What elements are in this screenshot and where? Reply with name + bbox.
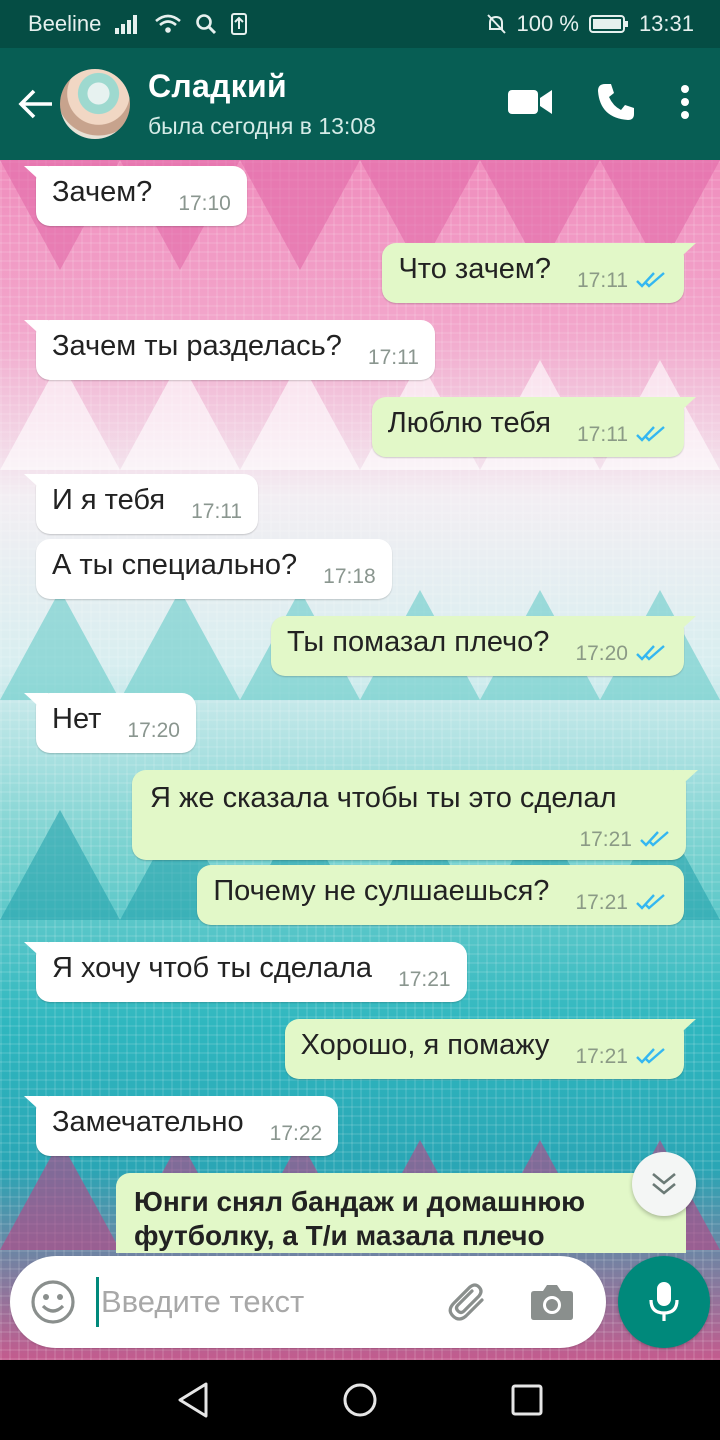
search-icon xyxy=(195,13,217,35)
battery-percent: 100 % xyxy=(516,11,579,36)
read-ticks-icon xyxy=(636,1048,665,1064)
read-ticks-icon xyxy=(636,645,665,661)
smiley-icon xyxy=(31,1280,75,1324)
message-text: Хорошо, я помажу xyxy=(300,1029,550,1061)
read-ticks-icon xyxy=(636,426,665,442)
message-outgoing[interactable]: Хорошо, я помажу 17:21 xyxy=(284,1019,696,1079)
message-incoming[interactable]: Зачем? 17:10 xyxy=(24,166,247,226)
message-text: Ты помазал плечо? xyxy=(286,626,550,658)
message-time: 17:21 xyxy=(398,968,451,991)
carrier-name: Beeline xyxy=(28,11,102,36)
nav-back-button[interactable] xyxy=(163,1370,223,1430)
message-composer xyxy=(10,1256,606,1348)
nav-home-button[interactable] xyxy=(330,1370,390,1430)
message-time: 17:11 xyxy=(577,423,628,446)
message-time: 17:11 xyxy=(577,269,628,292)
message-time: 17:21 xyxy=(575,1045,628,1068)
message-text: Зачем? xyxy=(52,176,153,208)
message-incoming[interactable]: А ты специально? 17:18 xyxy=(36,539,392,599)
status-time: 13:31 xyxy=(638,11,694,36)
attach-button[interactable] xyxy=(443,1277,493,1327)
message-text: И я тебя xyxy=(52,484,166,516)
message-time: 17:10 xyxy=(178,192,231,215)
emoji-button[interactable] xyxy=(30,1279,76,1325)
microphone-icon xyxy=(649,1282,679,1321)
message-text: Я хочу чтоб ты сделала xyxy=(52,952,373,984)
message-outgoing[interactable]: Ты помазал плечо? 17:20 xyxy=(270,616,696,676)
more-vertical-icon xyxy=(681,84,689,119)
read-ticks-icon xyxy=(636,894,665,910)
message-time: 17:18 xyxy=(323,565,376,588)
message-text: Юнги снял бандаж и домашнюю xyxy=(134,1186,586,1217)
message-time: 17:22 xyxy=(269,1122,323,1145)
nav-recents-button[interactable] xyxy=(497,1370,557,1430)
chat-area[interactable]: Зачем? 17:10 Что зачем? 17:11 Зачем ты р… xyxy=(0,160,720,1360)
battery-icon xyxy=(588,14,629,34)
message-text: Почему не сулшаешься? xyxy=(213,875,550,907)
paperclip-icon xyxy=(448,1283,484,1321)
message-time: 17:20 xyxy=(127,719,180,742)
upload-icon xyxy=(231,13,248,35)
message-outgoing[interactable]: Юнги снял бандаж и домашнюю футболку, а … xyxy=(116,1173,686,1253)
video-call-button[interactable] xyxy=(508,88,552,121)
message-text: Я же сказала чтобы ты это сделал xyxy=(150,782,617,814)
square-recents-icon xyxy=(511,1384,543,1416)
message-input[interactable] xyxy=(101,1284,431,1320)
message-incoming[interactable]: Замечательно 17:22 xyxy=(24,1096,339,1156)
wifi-icon xyxy=(155,14,182,34)
message-outgoing[interactable]: Что зачем? 17:11 xyxy=(382,243,696,303)
message-outgoing[interactable]: Люблю тебя 17:11 xyxy=(371,397,696,457)
read-ticks-icon xyxy=(640,831,669,847)
message-time: 17:21 xyxy=(579,828,632,851)
status-bar: Beeline 100 % 13:31 xyxy=(0,0,720,48)
contact-name: Сладкий xyxy=(148,68,288,104)
arrow-left-icon xyxy=(18,89,52,119)
chat-header: Сладкий была сегодня в 13:08 xyxy=(0,48,720,160)
phone-icon xyxy=(598,83,634,120)
camera-button[interactable] xyxy=(527,1277,577,1327)
triangle-back-icon xyxy=(178,1382,208,1418)
mute-bell-icon xyxy=(485,13,507,35)
message-text: Замечательно xyxy=(52,1106,244,1138)
message-time: 17:11 xyxy=(191,500,243,523)
message-outgoing[interactable]: Я же сказала чтобы ты это сделал 17:21 xyxy=(132,770,698,860)
message-text: Что зачем? xyxy=(398,253,551,285)
message-outgoing[interactable]: Почему не сулшаешься? 17:21 xyxy=(197,865,684,925)
message-text: Нет xyxy=(52,703,102,735)
message-time: 17:21 xyxy=(575,891,628,914)
message-text: Зачем ты разделась? xyxy=(52,330,342,362)
double-chevron-down-icon xyxy=(652,1172,676,1195)
back-button[interactable] xyxy=(8,76,64,132)
message-incoming[interactable]: Я хочу чтоб ты сделала 17:21 xyxy=(24,942,467,1002)
message-text: футболку, а Т/и мазала плечо xyxy=(134,1220,545,1251)
circle-home-icon xyxy=(343,1383,377,1417)
message-incoming[interactable]: Зачем ты разделась? 17:11 xyxy=(24,320,435,380)
message-text: Люблю тебя xyxy=(387,407,551,439)
video-camera-icon xyxy=(508,89,552,114)
message-time: 17:11 xyxy=(367,346,419,369)
camera-icon xyxy=(531,1285,573,1320)
contact-info[interactable]: Сладкий была сегодня в 13:08 xyxy=(148,68,376,140)
message-time: 17:20 xyxy=(575,642,628,665)
signal-icon xyxy=(115,14,141,34)
last-seen-status: была сегодня в 13:08 xyxy=(148,113,376,139)
text-caret xyxy=(96,1277,99,1327)
avatar[interactable] xyxy=(60,69,130,139)
message-text: А ты специально? xyxy=(52,549,298,581)
voice-message-button[interactable] xyxy=(618,1256,710,1348)
message-incoming[interactable]: И я тебя 17:11 xyxy=(24,474,259,534)
scroll-to-bottom-button[interactable] xyxy=(632,1152,696,1216)
voice-call-button[interactable] xyxy=(596,82,636,127)
more-options-button[interactable] xyxy=(680,84,690,125)
message-incoming[interactable]: Нет 17:20 xyxy=(24,693,196,753)
read-ticks-icon xyxy=(636,272,665,288)
system-nav-bar xyxy=(0,1360,720,1440)
